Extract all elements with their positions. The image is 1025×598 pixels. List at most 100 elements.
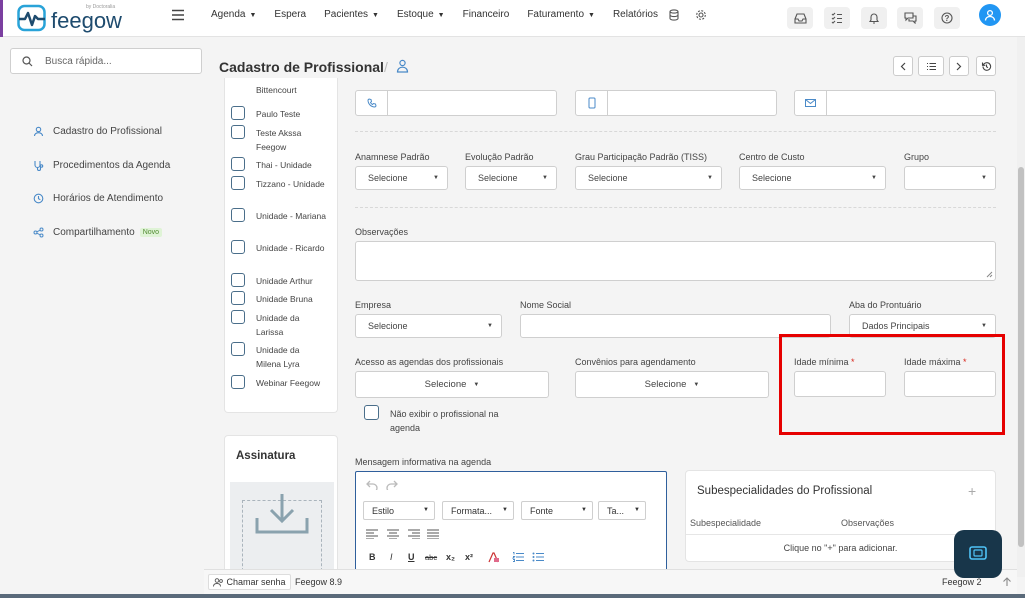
new-badge: Novo <box>139 228 163 237</box>
tasks-button[interactable] <box>824 7 850 29</box>
caret-down-icon: ▼ <box>487 323 493 329</box>
inbox-button[interactable] <box>787 7 813 29</box>
sidebar-item-cadastro[interactable]: Cadastro do Profissional <box>33 126 162 137</box>
align-center-icon[interactable] <box>387 529 399 539</box>
caret-down-icon: ▼ <box>433 175 439 181</box>
menu-estoque[interactable]: Estoque ▼ <box>397 9 445 20</box>
unit-checkbox[interactable] <box>231 273 245 287</box>
grau-select[interactable]: Selecione ▼ <box>575 166 722 190</box>
size-dropdown[interactable]: Ta... ▼ <box>598 501 646 520</box>
unit-checkbox[interactable] <box>231 125 245 139</box>
email-field[interactable] <box>794 90 996 116</box>
quick-search-input[interactable]: Busca rápida... <box>10 48 202 74</box>
unit-label: Unidade - Ricardo <box>256 243 325 253</box>
rich-text-editor[interactable]: Estilo ▼ Formata... ▼ Fonte ▼ Ta... ▼ B I U … <box>355 471 667 571</box>
scrollbar-thumb[interactable] <box>1018 167 1024 547</box>
upload-tray-icon <box>255 494 309 534</box>
menu-financeiro[interactable]: Financeiro <box>463 9 510 20</box>
grupo-select[interactable]: ▼ <box>904 166 996 190</box>
observacoes-textarea[interactable] <box>355 241 996 281</box>
add-subspecialty-button[interactable]: + <box>968 483 976 499</box>
sidebar-item-compartilhamento[interactable]: Compartilhamento Novo <box>33 227 163 238</box>
unit-checkbox[interactable] <box>231 106 245 120</box>
stethoscope-icon <box>34 161 44 171</box>
notifications-button[interactable] <box>861 7 887 29</box>
chamar-senha-button[interactable]: Chamar senha <box>208 574 291 590</box>
menu-relatorios[interactable]: Relatórios <box>613 9 658 20</box>
version-label: Feegow 8.9 <box>295 577 343 587</box>
observacoes-label: Observações <box>355 227 409 237</box>
next-button[interactable] <box>949 56 969 76</box>
unit-checkbox[interactable] <box>231 375 245 389</box>
superscript-button[interactable]: x² <box>465 552 473 562</box>
numbered-list-icon[interactable] <box>512 551 524 563</box>
chat-button[interactable] <box>897 7 923 29</box>
anamnese-select[interactable]: Selecione ▼ <box>355 166 448 190</box>
dropdown-value: Estilo <box>372 506 395 516</box>
search-icon <box>22 56 33 67</box>
format-dropdown[interactable]: Formata... ▼ <box>442 501 514 520</box>
subscript-button[interactable]: x₂ <box>446 552 455 562</box>
unit-checkbox[interactable] <box>231 208 245 222</box>
centro-select[interactable]: Selecione ▼ <box>739 166 886 190</box>
empresa-select[interactable]: Selecione ▼ <box>355 314 502 338</box>
bullet-list-icon[interactable] <box>532 551 544 563</box>
strikethrough-button[interactable]: abc <box>425 553 437 562</box>
convenios-label: Convênios para agendamento <box>575 357 696 367</box>
resize-handle-icon[interactable] <box>986 271 993 278</box>
unit-checkbox[interactable] <box>231 310 245 324</box>
bold-button[interactable]: B <box>369 552 376 562</box>
underline-button[interactable]: U <box>408 552 415 562</box>
font-dropdown[interactable]: Fonte ▼ <box>521 501 593 520</box>
help-button[interactable]: ? <box>934 7 960 29</box>
brand-by: by Doctoralia <box>86 4 116 10</box>
menu-pacientes[interactable]: Pacientes ▼ <box>324 9 379 20</box>
acesso-multiselect[interactable]: Selecione ▼ <box>355 371 549 398</box>
nao-exibir-checkbox[interactable] <box>364 405 379 420</box>
unit-checkbox[interactable] <box>231 157 245 171</box>
previous-button[interactable] <box>893 56 913 76</box>
select-value: Selecione <box>478 173 518 183</box>
brand-name: feegow <box>51 8 122 33</box>
unit-checkbox[interactable] <box>231 291 245 305</box>
database-icon[interactable] <box>668 9 680 21</box>
floating-chat-button[interactable] <box>954 530 1002 578</box>
align-left-icon[interactable] <box>366 529 378 539</box>
breadcrumb-separator: / <box>384 59 388 75</box>
unit-checkbox[interactable] <box>231 176 245 190</box>
menu-agenda[interactable]: Agenda ▼ <box>211 9 256 20</box>
unit-checkbox[interactable] <box>231 342 245 356</box>
page-scrollbar[interactable] <box>1017 37 1025 577</box>
hamburger-menu-icon[interactable] <box>171 8 185 22</box>
unit-checkbox[interactable] <box>231 240 245 254</box>
menu-espera[interactable]: Espera <box>274 9 306 20</box>
menu-faturamento[interactable]: Faturamento ▼ <box>527 9 595 20</box>
signature-dropzone[interactable] <box>230 482 334 576</box>
gear-icon[interactable] <box>695 9 707 21</box>
phone-field[interactable] <box>355 90 557 116</box>
align-right-icon[interactable] <box>408 529 420 539</box>
italic-button[interactable]: I <box>390 552 393 562</box>
unit-label: Tizzano - Unidade <box>256 179 325 189</box>
sidebar-item-horarios[interactable]: Horários de Atendimento <box>33 193 163 204</box>
remove-format-icon[interactable] <box>488 552 500 563</box>
section-divider <box>355 207 996 208</box>
user-avatar[interactable] <box>979 4 1001 26</box>
share-icon <box>33 227 44 238</box>
evolucao-select[interactable]: Selecione ▼ <box>465 166 557 190</box>
caret-down-icon: ▼ <box>707 175 713 181</box>
redo-icon[interactable] <box>386 480 398 490</box>
feegow-logo[interactable]: feegow by Doctoralia <box>17 4 127 34</box>
mobile-field[interactable] <box>575 90 777 116</box>
style-dropdown[interactable]: Estilo ▼ <box>363 501 435 520</box>
dropdown-value: Formata... <box>451 506 493 516</box>
align-justify-icon[interactable] <box>427 529 439 539</box>
select-value: Selecione <box>588 173 628 183</box>
undo-icon[interactable] <box>366 480 378 490</box>
history-button[interactable] <box>976 56 996 76</box>
list-button[interactable] <box>918 56 944 76</box>
clock-icon <box>33 193 44 204</box>
sidebar-item-procedimentos[interactable]: Procedimentos da Agenda <box>33 160 170 171</box>
scroll-up-icon[interactable] <box>1002 577 1012 587</box>
convenios-multiselect[interactable]: Selecione ▼ <box>575 371 769 398</box>
